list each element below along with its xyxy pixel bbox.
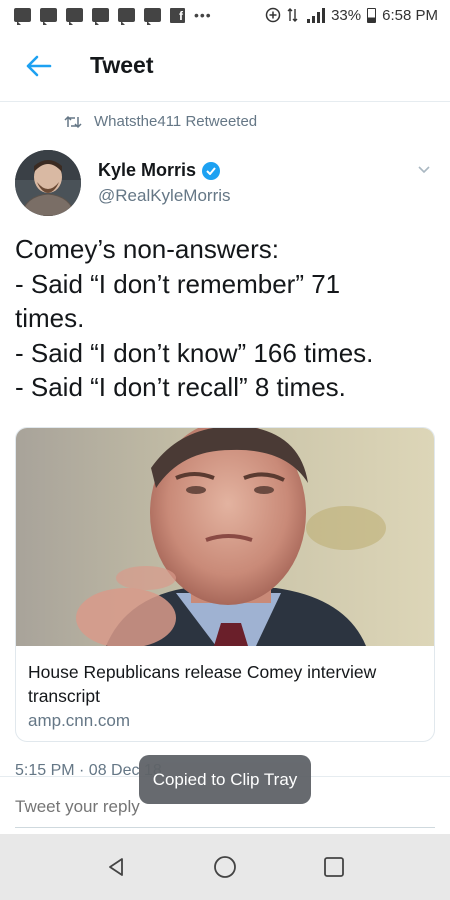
- tweet-line: - Said “I don’t know” 166 times.: [15, 337, 374, 368]
- tweet-line: times.: [15, 303, 85, 333]
- tweet-options-button[interactable]: [413, 162, 435, 178]
- tweet-line: - Said “I don’t remember” 71: [15, 268, 341, 299]
- wifi-calling-icon: [287, 8, 298, 22]
- clock: 6:58 PM: [382, 6, 438, 24]
- clip-tray-toast: Copied to Clip Tray: [139, 755, 311, 804]
- status-bar: f ••• 33% 6:58 PM: [0, 0, 450, 30]
- app-header: Tweet: [0, 30, 450, 102]
- reply-underline: [15, 827, 435, 828]
- tweet-text: Comey’s non-answers: - Said “I don’t rem…: [15, 232, 435, 405]
- facebook-icon: f: [170, 7, 185, 23]
- message-icon: [144, 8, 161, 25]
- message-icon: [66, 8, 83, 25]
- nav-back-button[interactable]: [96, 847, 136, 887]
- message-icon: [40, 8, 57, 25]
- tweet-line: Comey’s non-answers:: [15, 234, 279, 264]
- retweet-icon: [64, 115, 82, 128]
- battery-icon: [367, 7, 377, 23]
- more-dots-icon: •••: [194, 7, 212, 23]
- avatar[interactable]: [15, 150, 81, 216]
- retweet-context-label: Whatsthe411 Retweeted: [94, 113, 258, 130]
- chevron-down-icon: [418, 166, 430, 174]
- retweet-context[interactable]: Whatsthe411 Retweeted: [64, 113, 257, 130]
- page-title: Tweet: [90, 52, 154, 78]
- link-preview-image: [16, 428, 434, 646]
- triangle-back-icon: [109, 858, 124, 876]
- link-preview-card[interactable]: House Republicans release Comey intervie…: [15, 427, 435, 742]
- author-handle[interactable]: @RealKyleMorris: [98, 186, 231, 206]
- tweet-author: Kyle Morris @RealKyleMorris: [15, 150, 435, 216]
- nav-home-button[interactable]: [205, 847, 245, 887]
- link-preview-title: House Republicans release Comey intervie…: [28, 662, 377, 706]
- back-arrow-icon: [26, 55, 52, 76]
- message-icon: [14, 8, 31, 25]
- circle-home-icon: [214, 856, 236, 878]
- tweet-line: - Said “I don’t recall” 8 times.: [15, 372, 346, 402]
- author-name[interactable]: Kyle Morris: [98, 160, 196, 181]
- battery-percent: 33%: [331, 6, 362, 24]
- notification-icons: f •••: [14, 7, 212, 25]
- back-button[interactable]: [8, 36, 68, 96]
- system-nav-bar: [0, 834, 450, 900]
- link-preview-domain: amp.cnn.com: [28, 711, 131, 730]
- signal-icon: [307, 7, 326, 23]
- data-saver-icon: [265, 7, 281, 23]
- message-icon: [92, 8, 109, 25]
- message-icon: [118, 8, 135, 25]
- square-recents-icon: [323, 857, 344, 877]
- verified-badge-icon: [202, 161, 221, 180]
- nav-recents-button[interactable]: [314, 847, 354, 887]
